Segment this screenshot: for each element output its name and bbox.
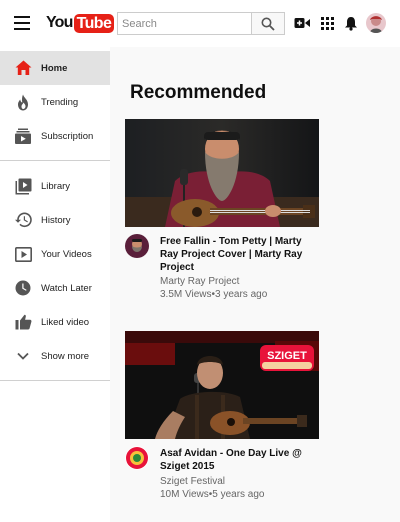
sidebar-item-label: Your Videos <box>41 248 92 260</box>
video-meta: 3.5M Views•3 years ago <box>160 289 268 300</box>
sidebar-item-show-more[interactable]: Show more <box>0 339 110 373</box>
video-thumbnail[interactable]: SZIGET <box>125 331 319 439</box>
channel-avatar[interactable] <box>125 234 149 258</box>
sidebar-item-home[interactable]: Home <box>0 51 110 85</box>
video-meta: 10M Views•5 years ago <box>160 489 265 500</box>
sidebar-item-your-videos[interactable]: Your Videos <box>0 237 110 271</box>
create-video-icon[interactable] <box>293 14 311 32</box>
sidebar-item-label: Library <box>41 180 71 192</box>
sidebar-divider <box>0 380 110 381</box>
channel-name[interactable]: Marty Ray Project <box>160 276 239 287</box>
sidebar-item-liked-video[interactable]: Liked video <box>0 305 110 339</box>
sidebar-item-history[interactable]: History <box>0 203 110 237</box>
sidebar-divider <box>0 160 110 161</box>
thumbs-up-icon <box>14 313 32 331</box>
search-button[interactable] <box>251 12 285 35</box>
history-icon <box>14 211 32 229</box>
sidebar-item-subscription[interactable]: Subscription <box>0 119 110 153</box>
subscriptions-icon <box>14 127 32 145</box>
sidebar-item-label: Home <box>41 62 68 74</box>
user-avatar[interactable] <box>366 13 386 33</box>
search-icon <box>261 17 275 31</box>
sidebar-item-label: History <box>41 214 71 226</box>
apps-grid-icon[interactable] <box>318 14 336 32</box>
sidebar-item-watch-later[interactable]: Watch Later <box>0 271 110 305</box>
sidebar-item-label: Subscription <box>41 130 94 142</box>
sidebar-item-trending[interactable]: Trending <box>0 85 110 119</box>
channel-avatar[interactable] <box>125 446 149 470</box>
sidebar-item-label: Liked video <box>41 316 90 328</box>
sziget-badge-text: SZIGET <box>267 350 307 362</box>
video-title[interactable]: Free Fallin - Tom Petty | Marty Ray Proj… <box>160 235 320 274</box>
sidebar-item-label: Show more <box>41 350 90 362</box>
play-box-icon <box>14 245 32 263</box>
sidebar: Home Trending Subscription Library Histo… <box>0 47 110 522</box>
chevron-down-icon <box>14 347 32 365</box>
section-title: Recommended <box>130 82 267 103</box>
top-bar: You Tube <box>0 0 400 47</box>
sidebar-item-label: Watch Later <box>41 282 92 294</box>
channel-name[interactable]: Sziget Festival <box>160 476 225 487</box>
menu-icon[interactable] <box>14 16 30 30</box>
video-thumbnail[interactable] <box>125 119 319 227</box>
sidebar-item-label: Trending <box>41 96 79 108</box>
search-input[interactable] <box>117 12 251 35</box>
home-icon <box>14 59 32 77</box>
flame-icon <box>14 93 32 111</box>
youtube-logo[interactable]: You Tube <box>46 13 115 33</box>
clock-icon <box>14 279 32 297</box>
library-icon <box>14 177 32 195</box>
sidebar-item-library[interactable]: Library <box>0 169 110 203</box>
notifications-bell-icon[interactable] <box>342 14 360 32</box>
video-title[interactable]: Asaf Avidan - One Day Live @ Sziget 2015 <box>160 447 320 473</box>
